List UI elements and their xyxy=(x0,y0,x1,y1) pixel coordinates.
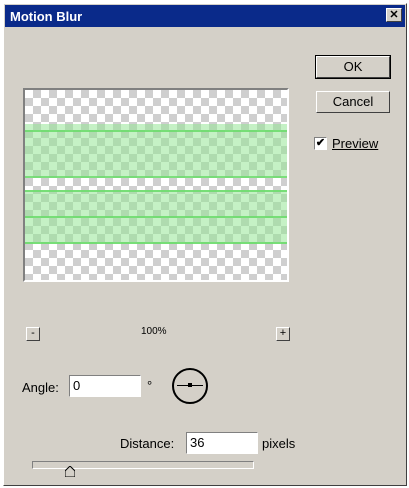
zoom-in-button[interactable]: + xyxy=(276,327,290,341)
zoom-level: 100% xyxy=(141,326,167,337)
title-bar[interactable]: Motion Blur ✕ xyxy=(5,5,405,27)
close-button[interactable]: ✕ xyxy=(386,8,402,22)
motion-blur-dialog: Motion Blur ✕ OK Cancel ✔ Preview - 100%… xyxy=(3,3,407,486)
distance-label: Distance: xyxy=(120,436,175,451)
blur-streak xyxy=(25,130,287,132)
angle-label: Angle: xyxy=(22,380,59,395)
preview-toggle[interactable]: ✔ Preview xyxy=(314,136,378,151)
blur-streak xyxy=(25,242,287,244)
dial-center-dot xyxy=(188,383,192,387)
preview-label: Preview xyxy=(332,136,379,151)
ok-button[interactable]: OK xyxy=(315,55,391,79)
preview-canvas[interactable] xyxy=(23,88,289,282)
angle-input[interactable]: 0 xyxy=(69,375,141,397)
cancel-button[interactable]: Cancel xyxy=(316,91,390,113)
zoom-out-button[interactable]: - xyxy=(26,327,40,341)
degree-unit: ° xyxy=(147,378,153,393)
window-title: Motion Blur xyxy=(10,8,83,24)
blur-streak xyxy=(25,190,287,192)
distance-input[interactable]: 36 xyxy=(186,432,258,454)
distance-slider-thumb[interactable] xyxy=(64,466,75,477)
blur-streak xyxy=(25,176,287,178)
blur-streak xyxy=(25,216,287,218)
preview-checkbox[interactable]: ✔ xyxy=(314,137,327,150)
angle-dial-icon[interactable] xyxy=(172,368,208,404)
distance-unit: pixels xyxy=(262,436,296,451)
